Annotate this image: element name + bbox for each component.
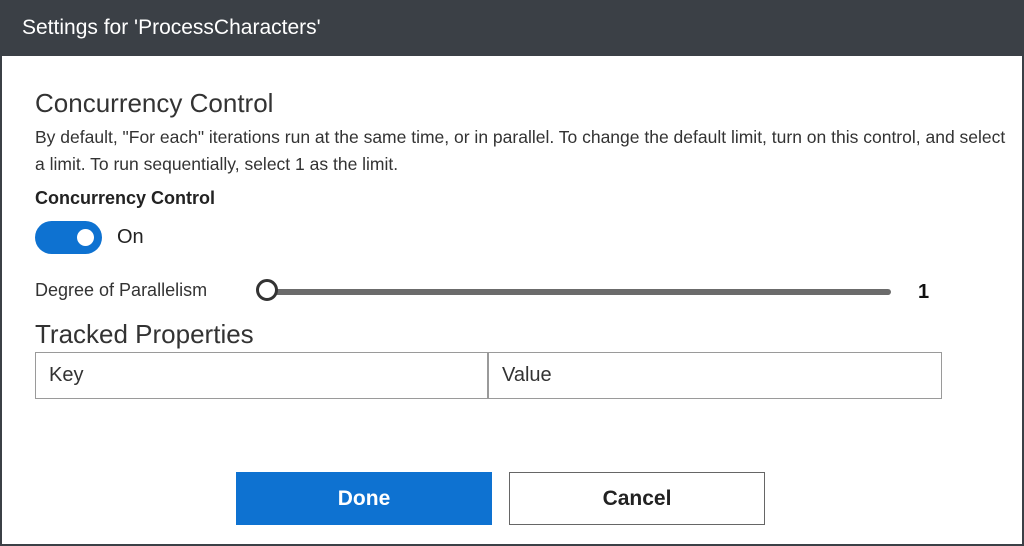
done-button[interactable]: Done xyxy=(236,472,492,525)
toggle-state-label: On xyxy=(117,226,144,248)
parallelism-slider-thumb[interactable] xyxy=(256,279,278,301)
concurrency-toggle[interactable] xyxy=(35,221,102,254)
settings-dialog: Settings for 'ProcessCharacters' Concurr… xyxy=(0,0,1024,546)
cancel-button[interactable]: Cancel xyxy=(509,472,765,525)
concurrency-description: By default, "For each" iterations run at… xyxy=(35,127,1006,174)
parallelism-slider-track[interactable] xyxy=(269,289,891,295)
parallelism-value: 1 xyxy=(918,281,930,303)
tracked-properties-heading: Tracked Properties xyxy=(35,319,254,349)
dialog-title: Settings for 'ProcessCharacters' xyxy=(2,0,1024,56)
parallelism-label: Degree of Parallelism xyxy=(35,280,208,300)
concurrency-toggle-label: Concurrency Control xyxy=(35,188,216,208)
value-input[interactable]: Value xyxy=(488,352,942,399)
toggle-knob xyxy=(77,229,94,246)
key-input[interactable]: Key xyxy=(35,352,488,399)
concurrency-heading: Concurrency Control xyxy=(35,88,274,118)
